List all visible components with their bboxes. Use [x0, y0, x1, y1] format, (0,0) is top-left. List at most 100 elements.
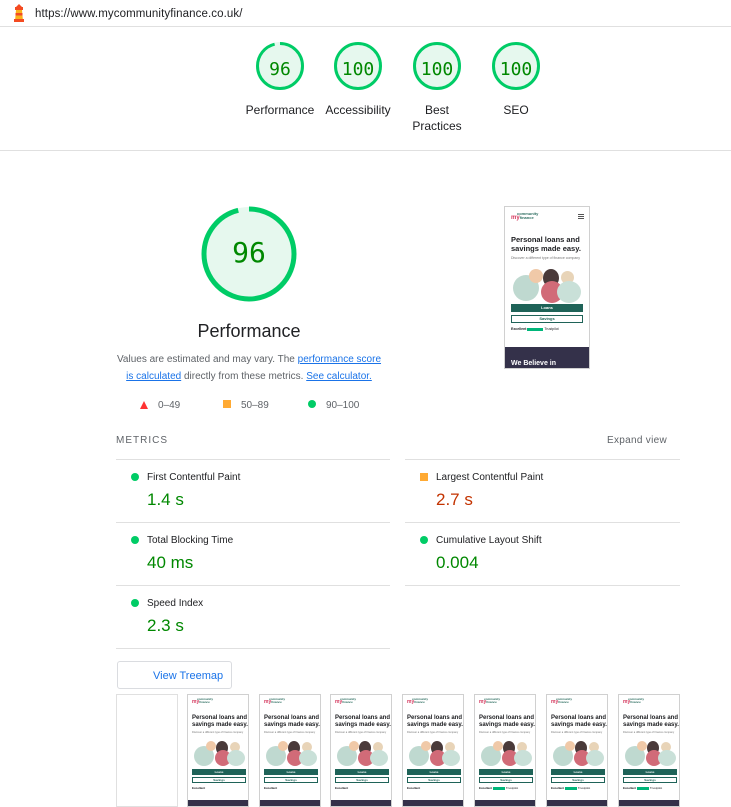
site-headline: Personal loans and savings made easy.: [551, 715, 607, 728]
filmstrip-frame-blank: [116, 694, 178, 807]
site-subtitle: Discover a different type of finance com…: [511, 256, 581, 260]
gauge-performance[interactable]: 96 Performance: [240, 40, 320, 118]
filmstrip-frame: community myfinance Personal loans and sav…: [330, 694, 392, 807]
trustpilot-rating: Excellent: [335, 786, 349, 790]
metrics-heading: METRICS: [116, 435, 168, 446]
filmstrip-frame: community myfinance Personal loans and sav…: [618, 694, 680, 807]
people-illustration: [553, 738, 605, 766]
metric-value: 40 ms: [147, 553, 194, 572]
site-logo: community myfinance: [511, 211, 539, 222]
divider: [405, 522, 680, 523]
loans-button: Loans: [192, 769, 246, 775]
site-headline: Personal loans and savings made easy.: [407, 715, 463, 728]
metric-value: 2.7 s: [436, 490, 473, 509]
average-square-icon: [223, 400, 231, 408]
site-banner: We Believe in: [505, 347, 589, 368]
site-banner: [547, 800, 607, 806]
site-banner: [475, 800, 535, 806]
site-banner: [403, 800, 463, 806]
metric-name: Largest Contentful Paint: [436, 472, 544, 483]
performance-title: Performance: [197, 321, 301, 341]
page-url[interactable]: https://www.mycommunityfinance.co.uk/: [35, 8, 243, 20]
site-subtitle: Discover a different type of finance com…: [335, 731, 387, 734]
site-headline: Personal loans and savings made easy.: [479, 715, 535, 728]
metric-tbt: Total Blocking Time 40 ms: [131, 535, 397, 573]
gauge-score: 96: [269, 59, 291, 80]
gauge-score: 100: [499, 59, 533, 80]
site-subtitle: Discover a different type of finance com…: [264, 731, 316, 734]
pass-circle-icon: [131, 599, 139, 607]
final-screenshot[interactable]: community myfinance Personal loans and s…: [504, 206, 590, 369]
site-logo: community myfinance: [623, 697, 645, 705]
savings-button: Savings: [479, 777, 533, 783]
metric-lcp: Largest Contentful Paint 2.7 s: [420, 472, 686, 510]
note-text: Values are estimated and may vary. The: [116, 354, 298, 365]
metric-name: First Contentful Paint: [147, 472, 241, 483]
site-subtitle: Discover a different type of finance com…: [192, 731, 244, 734]
expand-view-toggle[interactable]: Expand view: [607, 435, 667, 446]
note-text: directly from these metrics.: [181, 371, 307, 382]
gauge-seo[interactable]: 100 SEO: [476, 40, 556, 118]
metric-speed-index: Speed Index 2.3 s: [131, 598, 397, 636]
pass-circle-icon: [131, 536, 139, 544]
site-logo: community myfinance: [192, 697, 214, 705]
trustpilot-rating: Excellent: [407, 786, 421, 790]
url-bar: https://www.mycommunityfinance.co.uk/: [0, 0, 731, 27]
filmstrip-frame: community myfinance Personal loans and sav…: [187, 694, 249, 807]
site-headline: Personal loans and savings made easy.: [264, 715, 320, 728]
savings-button: Savings: [335, 777, 389, 783]
legend-label: 50–89: [241, 400, 269, 411]
people-illustration: [625, 738, 677, 766]
gauge-label: Accessibility: [325, 103, 391, 117]
legend-average: 50–89: [223, 400, 269, 411]
gauge-label: Best Practices: [412, 103, 462, 133]
savings-button: Savings: [264, 777, 318, 783]
site-headline: Personal loans and savings made easy.: [511, 235, 581, 253]
metric-name: Cumulative Layout Shift: [436, 535, 542, 546]
legend-label: 0–49: [158, 400, 181, 411]
trustpilot-rating: Excellent Trustpilot: [479, 786, 519, 790]
trustpilot-rating: Excellent Trustpilot: [623, 786, 663, 790]
metric-value: 2.3 s: [147, 616, 184, 635]
lighthouse-icon: [14, 4, 24, 22]
pass-circle-icon: [131, 473, 139, 481]
divider: [116, 585, 390, 586]
view-treemap-button[interactable]: View Treemap: [117, 661, 232, 689]
gauge-best-practices[interactable]: 100 Best Practices: [397, 40, 477, 134]
loans-button: Loans: [551, 769, 605, 775]
performance-score: 96: [232, 236, 266, 269]
metric-value: 0.004: [436, 553, 479, 572]
trustpilot-rating: Excellent Trustpilot: [511, 327, 559, 331]
trustpilot-rating: Excellent: [264, 786, 278, 790]
site-logo: community myfinance: [335, 697, 357, 705]
see-calculator-link[interactable]: See calculator.: [306, 371, 372, 382]
divider: [116, 648, 390, 649]
score-note: Values are estimated and may vary. The p…: [115, 351, 383, 385]
divider: [405, 585, 680, 586]
loans-button: Loans: [407, 769, 461, 775]
site-headline: Personal loans and savings made easy.: [335, 715, 391, 728]
site-banner: [188, 800, 248, 806]
gauge-label: SEO: [503, 103, 529, 117]
trustpilot-rating: Excellent Trustpilot: [551, 786, 591, 790]
divider: [116, 522, 390, 523]
site-logo: community myfinance: [407, 697, 429, 705]
savings-button: Savings: [192, 777, 246, 783]
site-subtitle: Discover a different type of finance com…: [623, 731, 675, 734]
filmstrip-frame: community myfinance Personal loans and sav…: [474, 694, 536, 807]
legend-pass: 90–100: [308, 400, 359, 411]
people-illustration: [513, 265, 583, 303]
savings-button: Savings: [623, 777, 677, 783]
loans-button: Loans: [623, 769, 677, 775]
site-headline: Personal loans and savings made easy.: [192, 715, 248, 728]
site-logo: community myfinance: [264, 697, 286, 705]
loans-button: Loans: [335, 769, 389, 775]
gauge-score: 100: [341, 59, 375, 80]
gauge-accessibility[interactable]: 100 Accessibility: [318, 40, 398, 118]
gauge-score: 100: [420, 59, 454, 80]
filmstrip-frame: community myfinance Personal loans and sav…: [402, 694, 464, 807]
metric-name: Total Blocking Time: [147, 535, 234, 546]
loans-button: Loans: [479, 769, 533, 775]
site-banner: [331, 800, 391, 806]
performance-gauge: 96: [199, 204, 299, 304]
